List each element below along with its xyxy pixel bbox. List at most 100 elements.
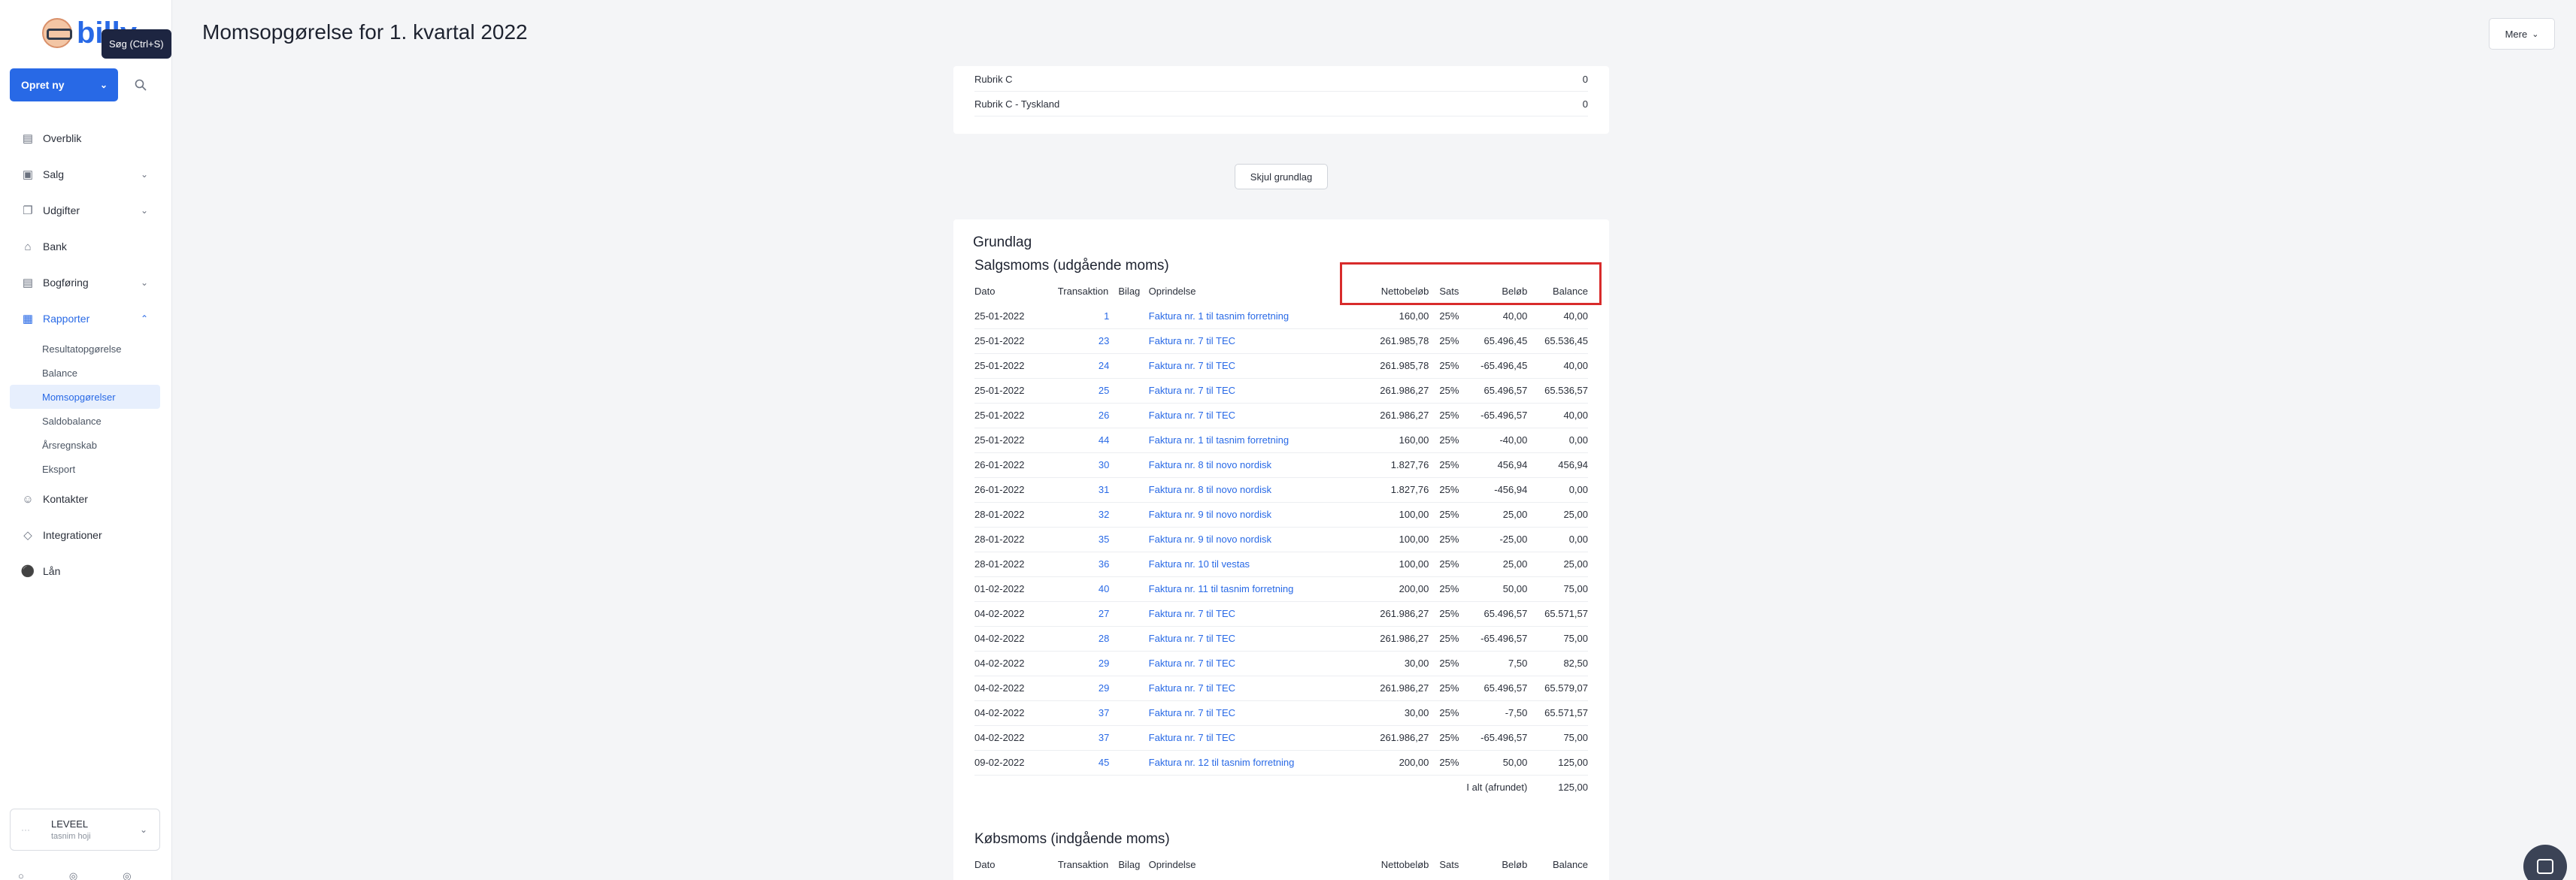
origin-link[interactable]: Faktura nr. 12 til tasnim forretning xyxy=(1148,750,1353,776)
origin-link[interactable]: Faktura nr. 7 til TEC xyxy=(1148,403,1353,428)
help-icon[interactable]: ○ xyxy=(18,870,24,880)
col-transaktion: Transaktion xyxy=(1057,859,1109,870)
integrations-icon: ◇ xyxy=(23,529,32,542)
chevron-down-icon: ⌄ xyxy=(99,80,108,90)
sub-item-saldobalance[interactable]: Saldobalance xyxy=(10,409,160,433)
total-row: I alt (afrundet) 125,00 xyxy=(974,775,1588,800)
cell-dato: 26-01-2022 xyxy=(974,452,1058,478)
nav-item-rapporter[interactable]: ▦ Rapporter ⌃ xyxy=(10,301,160,337)
create-new-button[interactable]: Opret ny ⌄ xyxy=(10,68,118,101)
sub-item-balance[interactable]: Balance xyxy=(10,361,160,385)
settings-icon[interactable]: ◎ xyxy=(69,870,77,880)
chat-icon xyxy=(2537,859,2553,874)
transaction-link[interactable]: 31 xyxy=(1057,477,1119,503)
transaction-link[interactable]: 37 xyxy=(1057,725,1119,751)
more-button[interactable]: Mere ⌄ xyxy=(2489,18,2555,50)
sidebar: billy Opret ny ⌄ Søg (Ctrl+S) ▤ Overblik… xyxy=(0,0,172,880)
origin-link[interactable]: Faktura nr. 1 til tasnim forretning xyxy=(1148,304,1353,329)
transaction-link[interactable]: 32 xyxy=(1057,502,1119,528)
nav-label: Rapporter xyxy=(43,313,90,325)
summary-card: Rubrik C 0 Rubrik C - Tyskland 0 xyxy=(953,66,1609,134)
summary-value: 0 xyxy=(1582,98,1588,110)
cell-sats: 25% xyxy=(1429,601,1459,627)
logout-icon[interactable]: ◎ xyxy=(123,870,131,880)
origin-link[interactable]: Faktura nr. 9 til novo nordisk xyxy=(1148,502,1353,528)
overview-icon: ▤ xyxy=(22,132,34,145)
transaction-link[interactable]: 45 xyxy=(1057,750,1119,776)
create-new-label: Opret ny xyxy=(21,79,65,91)
chevron-down-icon: ⌄ xyxy=(140,277,148,288)
transaction-link[interactable]: 35 xyxy=(1057,527,1119,552)
origin-link[interactable]: Faktura nr. 7 til TEC xyxy=(1148,601,1353,627)
transaction-link[interactable]: 1 xyxy=(1057,304,1119,329)
cell-balance: 75,00 xyxy=(1527,626,1588,652)
origin-link[interactable]: Faktura nr. 10 til vestas xyxy=(1148,552,1353,577)
origin-link[interactable]: Faktura nr. 11 til tasnim forretning xyxy=(1148,576,1353,602)
transaction-link[interactable]: 26 xyxy=(1057,403,1119,428)
contacts-icon: ☺ xyxy=(22,492,34,506)
transaction-link[interactable]: 28 xyxy=(1057,626,1119,652)
main-nav: ▤ Overblik ▣ Salg ⌄ ❐ Udgifter ⌄ ⌂ Bank … xyxy=(10,120,160,589)
cell-balance: 456,94 xyxy=(1527,452,1588,478)
cell-belob: 40,00 xyxy=(1459,304,1528,329)
sub-item-momsopgorelser[interactable]: Momsopgørelser xyxy=(10,385,160,409)
origin-link[interactable]: Faktura nr. 7 til TEC xyxy=(1148,700,1353,726)
origin-link[interactable]: Faktura nr. 9 til novo nordisk xyxy=(1148,527,1353,552)
chat-support-button[interactable] xyxy=(2523,845,2567,880)
nav-item-kontakter[interactable]: ☺ Kontakter xyxy=(10,481,160,517)
cell-bilag xyxy=(1118,552,1149,577)
table-row: 01-02-2022 40 Faktura nr. 11 til tasnim fo… xyxy=(974,576,1588,602)
transaction-link[interactable]: 30 xyxy=(1057,452,1119,478)
origin-link[interactable]: Faktura nr. 7 til TEC xyxy=(1148,725,1353,751)
hide-basis-button[interactable]: Skjul grundlag xyxy=(1235,164,1328,189)
reports-icon: ▦ xyxy=(22,313,34,325)
table-row: 04-02-2022 27 Faktura nr. 7 til TEC 261.986… xyxy=(974,601,1588,627)
origin-link[interactable]: Faktura nr. 1 til tasnim forretning xyxy=(1148,428,1353,453)
nav-item-integrationer[interactable]: ◇ Integrationer xyxy=(10,517,160,553)
transaction-link[interactable]: 36 xyxy=(1057,552,1119,577)
transaction-link[interactable]: 40 xyxy=(1057,576,1119,602)
origin-link[interactable]: Faktura nr. 7 til TEC xyxy=(1148,378,1353,404)
transaction-link[interactable]: 37 xyxy=(1057,700,1119,726)
sub-item-eksport[interactable]: Eksport xyxy=(10,457,160,481)
cell-balance: 65.571,57 xyxy=(1527,601,1588,627)
origin-link[interactable]: Faktura nr. 7 til TEC xyxy=(1148,328,1353,354)
total-value: 125,00 xyxy=(1558,782,1588,794)
transaction-link[interactable]: 29 xyxy=(1057,651,1119,676)
cell-dato: 25-01-2022 xyxy=(974,378,1058,404)
nav-item-udgifter[interactable]: ❐ Udgifter ⌄ xyxy=(10,192,160,228)
transaction-link[interactable]: 23 xyxy=(1057,328,1119,354)
sub-item-resultatopgorelse[interactable]: Resultatopgørelse xyxy=(10,337,160,361)
summary-value: 0 xyxy=(1582,73,1588,85)
expenses-icon: ❐ xyxy=(23,204,33,217)
summary-label: Rubrik C xyxy=(974,73,1013,85)
transaction-link[interactable]: 27 xyxy=(1057,601,1119,627)
transaction-link[interactable]: 24 xyxy=(1057,353,1119,379)
search-icon xyxy=(135,79,147,91)
transaction-link[interactable]: 25 xyxy=(1057,378,1119,404)
transaction-link[interactable]: 44 xyxy=(1057,428,1119,453)
nav-item-bank[interactable]: ⌂ Bank xyxy=(10,228,160,265)
origin-link[interactable]: Faktura nr. 7 til TEC xyxy=(1148,353,1353,379)
origin-link[interactable]: Faktura nr. 7 til TEC xyxy=(1148,676,1353,701)
origin-link[interactable]: Faktura nr. 7 til TEC xyxy=(1148,626,1353,652)
nav-item-bogforing[interactable]: ▤ Bogføring ⌄ xyxy=(10,265,160,301)
account-switcher[interactable]: ··· LEVEEL tasnim hoji ⌄ xyxy=(10,809,160,851)
purchase-vat-table: Dato Transaktion Bilag Oprindelse Nettob… xyxy=(974,852,1588,877)
cell-balance: 82,50 xyxy=(1527,651,1588,676)
nav-item-lan[interactable]: ⚫ Lån xyxy=(10,553,160,589)
cell-belob: 456,94 xyxy=(1459,452,1528,478)
nav-item-salg[interactable]: ▣ Salg ⌄ xyxy=(10,156,160,192)
origin-link[interactable]: Faktura nr. 8 til novo nordisk xyxy=(1148,477,1353,503)
nav-item-overblik[interactable]: ▤ Overblik xyxy=(10,120,160,156)
sub-item-arsregnskab[interactable]: Årsregnskab xyxy=(10,433,160,457)
cell-sats: 25% xyxy=(1429,452,1459,478)
transaction-link[interactable]: 29 xyxy=(1057,676,1119,701)
origin-link[interactable]: Faktura nr. 8 til novo nordisk xyxy=(1148,452,1353,478)
cell-dato: 26-01-2022 xyxy=(974,477,1058,503)
cell-belob: -65.496,45 xyxy=(1459,353,1528,379)
search-button[interactable] xyxy=(129,74,152,96)
origin-link[interactable]: Faktura nr. 7 til TEC xyxy=(1148,651,1353,676)
cell-bilag xyxy=(1118,601,1149,627)
cell-dato: 28-01-2022 xyxy=(974,502,1058,528)
